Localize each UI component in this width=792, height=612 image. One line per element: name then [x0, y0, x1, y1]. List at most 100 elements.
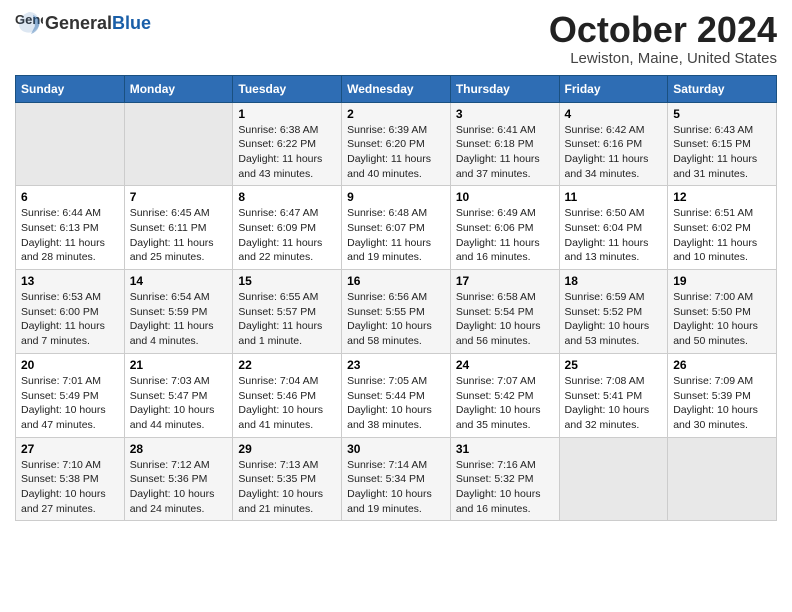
calendar-cell: 26 Sunrise: 7:09 AMSunset: 5:39 PMDayligh… — [668, 353, 777, 437]
day-info: Sunrise: 6:39 AMSunset: 6:20 PMDaylight:… — [347, 123, 445, 182]
day-number: 14 — [130, 274, 228, 288]
day-number: 6 — [21, 190, 119, 204]
title-area: October 2024 Lewiston, Maine, United Sta… — [549, 10, 777, 67]
calendar-cell: 10 Sunrise: 6:49 AMSunset: 6:06 PMDayligh… — [450, 186, 559, 270]
day-info: Sunrise: 6:41 AMSunset: 6:18 PMDaylight:… — [456, 123, 554, 182]
day-number: 24 — [456, 358, 554, 372]
day-info: Sunrise: 7:10 AMSunset: 5:38 PMDaylight:… — [21, 458, 119, 517]
calendar-week-3: 13 Sunrise: 6:53 AMSunset: 6:00 PMDayligh… — [16, 270, 777, 354]
day-info: Sunrise: 6:55 AMSunset: 5:57 PMDaylight:… — [238, 290, 336, 349]
day-info: Sunrise: 7:08 AMSunset: 5:41 PMDaylight:… — [565, 374, 663, 433]
calendar-cell: 7Sunrise: 6:45 AMSunset: 6:11 PMDaylight… — [124, 186, 233, 270]
day-number: 2 — [347, 107, 445, 121]
day-number: 11 — [565, 190, 663, 204]
calendar-week-4: 20 Sunrise: 7:01 AMSunset: 5:49 PMDayligh… — [16, 353, 777, 437]
calendar-cell: 4Sunrise: 6:42 AMSunset: 6:16 PMDaylight… — [559, 102, 668, 186]
day-number: 27 — [21, 442, 119, 456]
day-info: Sunrise: 6:51 AMSunset: 6:02 PMDaylight:… — [673, 206, 771, 265]
day-info: Sunrise: 7:13 AMSunset: 5:35 PMDaylight:… — [238, 458, 336, 517]
day-number: 3 — [456, 107, 554, 121]
day-info: Sunrise: 6:54 AMSunset: 5:59 PMDaylight:… — [130, 290, 228, 349]
day-info: Sunrise: 6:38 AMSunset: 6:22 PMDaylight:… — [238, 123, 336, 182]
day-number: 12 — [673, 190, 771, 204]
calendar-cell: 12 Sunrise: 6:51 AMSunset: 6:02 PMDayligh… — [668, 186, 777, 270]
calendar-week-1: 1 Sunrise: 6:38 AMSunset: 6:22 PMDaylight… — [16, 102, 777, 186]
calendar-cell: 25 Sunrise: 7:08 AMSunset: 5:41 PMDayligh… — [559, 353, 668, 437]
calendar-cell: 28Sunrise: 7:12 AMSunset: 5:36 PMDayligh… — [124, 437, 233, 521]
day-info: Sunrise: 6:44 AMSunset: 6:13 PMDaylight:… — [21, 206, 119, 265]
calendar-cell — [668, 437, 777, 521]
calendar-cell: 22 Sunrise: 7:04 AMSunset: 5:46 PMDayligh… — [233, 353, 342, 437]
day-number: 16 — [347, 274, 445, 288]
calendar-cell: 31 Sunrise: 7:16 AMSunset: 5:32 PMDayligh… — [450, 437, 559, 521]
day-number: 13 — [21, 274, 119, 288]
day-info: Sunrise: 6:58 AMSunset: 5:54 PMDaylight:… — [456, 290, 554, 349]
day-number: 5 — [673, 107, 771, 121]
calendar-cell: 30 Sunrise: 7:14 AMSunset: 5:34 PMDayligh… — [342, 437, 451, 521]
calendar-cell: 27 Sunrise: 7:10 AMSunset: 5:38 PMDayligh… — [16, 437, 125, 521]
day-number: 8 — [238, 190, 336, 204]
day-number: 7 — [130, 190, 228, 204]
day-number: 1 — [238, 107, 336, 121]
day-info: Sunrise: 6:48 AMSunset: 6:07 PMDaylight:… — [347, 206, 445, 265]
page-header: General GeneralBlue October 2024 Lewisto… — [15, 10, 777, 67]
day-info: Sunrise: 7:01 AMSunset: 5:49 PMDaylight:… — [21, 374, 119, 433]
day-info: Sunrise: 7:16 AMSunset: 5:32 PMDaylight:… — [456, 458, 554, 517]
calendar-cell: 24 Sunrise: 7:07 AMSunset: 5:42 PMDayligh… — [450, 353, 559, 437]
day-info: Sunrise: 7:00 AMSunset: 5:50 PMDaylight:… — [673, 290, 771, 349]
calendar-cell: 9 Sunrise: 6:48 AMSunset: 6:07 PMDaylight… — [342, 186, 451, 270]
day-number: 9 — [347, 190, 445, 204]
calendar-table: Sunday Monday Tuesday Wednesday Thursday… — [15, 75, 777, 522]
day-number: 19 — [673, 274, 771, 288]
day-number: 28 — [130, 442, 228, 456]
calendar-cell: 16 Sunrise: 6:56 AMSunset: 5:55 PMDayligh… — [342, 270, 451, 354]
day-info: Sunrise: 6:53 AMSunset: 6:00 PMDaylight:… — [21, 290, 119, 349]
calendar-cell: 15Sunrise: 6:55 AMSunset: 5:57 PMDayligh… — [233, 270, 342, 354]
day-info: Sunrise: 6:49 AMSunset: 6:06 PMDaylight:… — [456, 206, 554, 265]
day-number: 29 — [238, 442, 336, 456]
calendar-header: Sunday Monday Tuesday Wednesday Thursday… — [16, 75, 777, 102]
logo-general: General — [45, 13, 112, 33]
location: Lewiston, Maine, United States — [549, 50, 777, 67]
month-title: October 2024 — [549, 10, 777, 50]
header-row: Sunday Monday Tuesday Wednesday Thursday… — [16, 75, 777, 102]
logo-icon: General — [15, 10, 43, 38]
day-number: 18 — [565, 274, 663, 288]
logo-text: GeneralBlue — [45, 14, 151, 34]
logo: General GeneralBlue — [15, 10, 151, 38]
day-info: Sunrise: 6:56 AMSunset: 5:55 PMDaylight:… — [347, 290, 445, 349]
calendar-cell: 2 Sunrise: 6:39 AMSunset: 6:20 PMDaylight… — [342, 102, 451, 186]
day-number: 26 — [673, 358, 771, 372]
day-info: Sunrise: 7:07 AMSunset: 5:42 PMDaylight:… — [456, 374, 554, 433]
day-info: Sunrise: 7:04 AMSunset: 5:46 PMDaylight:… — [238, 374, 336, 433]
header-monday: Monday — [124, 75, 233, 102]
header-sunday: Sunday — [16, 75, 125, 102]
day-info: Sunrise: 7:14 AMSunset: 5:34 PMDaylight:… — [347, 458, 445, 517]
day-number: 10 — [456, 190, 554, 204]
calendar-cell: 6 Sunrise: 6:44 AMSunset: 6:13 PMDaylight… — [16, 186, 125, 270]
calendar-cell — [124, 102, 233, 186]
day-number: 22 — [238, 358, 336, 372]
calendar-cell: 18 Sunrise: 6:59 AMSunset: 5:52 PMDayligh… — [559, 270, 668, 354]
day-info: Sunrise: 6:50 AMSunset: 6:04 PMDaylight:… — [565, 206, 663, 265]
day-number: 4 — [565, 107, 663, 121]
calendar-cell: 17 Sunrise: 6:58 AMSunset: 5:54 PMDayligh… — [450, 270, 559, 354]
calendar-cell: 8Sunrise: 6:47 AMSunset: 6:09 PMDaylight… — [233, 186, 342, 270]
day-number: 25 — [565, 358, 663, 372]
header-friday: Friday — [559, 75, 668, 102]
calendar-cell: 3 Sunrise: 6:41 AMSunset: 6:18 PMDaylight… — [450, 102, 559, 186]
header-thursday: Thursday — [450, 75, 559, 102]
calendar-cell: 29 Sunrise: 7:13 AMSunset: 5:35 PMDayligh… — [233, 437, 342, 521]
day-number: 30 — [347, 442, 445, 456]
calendar-cell: 21Sunrise: 7:03 AMSunset: 5:47 PMDayligh… — [124, 353, 233, 437]
calendar-cell: 5Sunrise: 6:43 AMSunset: 6:15 PMDaylight… — [668, 102, 777, 186]
calendar-cell — [559, 437, 668, 521]
day-number: 17 — [456, 274, 554, 288]
calendar-cell: 11 Sunrise: 6:50 AMSunset: 6:04 PMDayligh… — [559, 186, 668, 270]
day-info: Sunrise: 6:59 AMSunset: 5:52 PMDaylight:… — [565, 290, 663, 349]
day-number: 20 — [21, 358, 119, 372]
calendar-cell: 14 Sunrise: 6:54 AMSunset: 5:59 PMDayligh… — [124, 270, 233, 354]
calendar-week-2: 6 Sunrise: 6:44 AMSunset: 6:13 PMDaylight… — [16, 186, 777, 270]
day-info: Sunrise: 7:09 AMSunset: 5:39 PMDaylight:… — [673, 374, 771, 433]
day-number: 31 — [456, 442, 554, 456]
